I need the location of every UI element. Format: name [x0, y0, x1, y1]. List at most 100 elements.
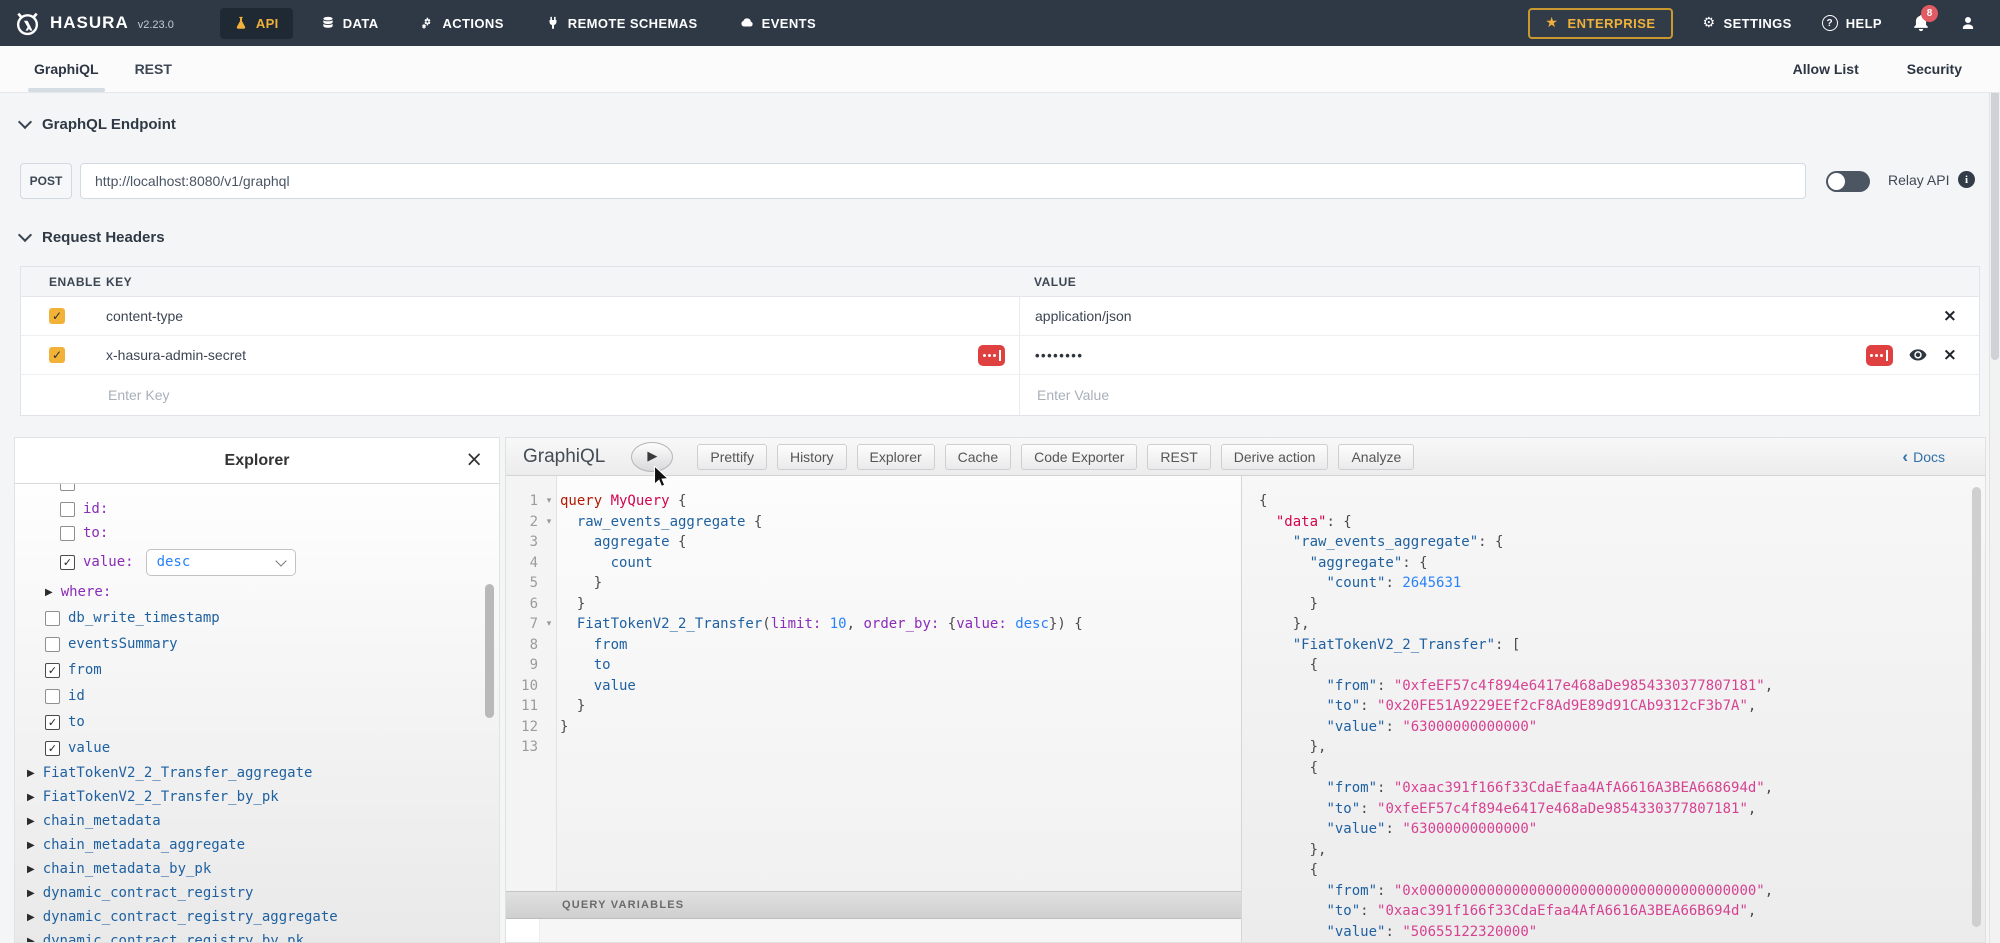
nav-item-api[interactable]: API: [220, 8, 293, 39]
new-header-value-input[interactable]: [1035, 386, 1936, 404]
tree-expand-icon[interactable]: ▶: [27, 936, 35, 943]
tree-expand-icon[interactable]: ▶: [27, 768, 35, 779]
enterprise-button[interactable]: ★ ENTERPRISE: [1528, 8, 1672, 39]
response-line: {: [1259, 655, 1969, 676]
tab-security[interactable]: Security: [1905, 61, 1964, 77]
explorer-item-value[interactable]: ✓value: [15, 735, 499, 761]
page-scrollbar[interactable]: [1989, 46, 2000, 943]
sort-direction-select[interactable]: desc: [146, 549, 296, 576]
checkbox-icon[interactable]: [45, 611, 60, 626]
toolbar-button-analyze[interactable]: Analyze: [1338, 444, 1414, 470]
enable-checkbox[interactable]: ✓: [49, 347, 65, 363]
explorer-item-id[interactable]: id: [15, 683, 499, 709]
explorer-item-chain_metadata_by_pk[interactable]: ▶chain_metadata_by_pk: [15, 857, 499, 881]
toolbar-button-rest[interactable]: REST: [1147, 444, 1210, 470]
checkbox-icon[interactable]: [60, 502, 75, 517]
help-button[interactable]: ? HELP: [1822, 15, 1882, 31]
explorer-item-value[interactable]: ✓value:desc: [15, 545, 499, 579]
endpoint-url-input[interactable]: [80, 163, 1806, 199]
explorer-item-chain_metadata_aggregate[interactable]: ▶chain_metadata_aggregate: [15, 833, 499, 857]
header-key[interactable]: content-type: [106, 308, 183, 324]
remove-header-icon[interactable]: ×: [1943, 308, 1957, 325]
line-number: 5: [506, 575, 538, 591]
execute-query-button[interactable]: ▶: [631, 442, 673, 472]
graphiql-panel: GraphiQL ▶ PrettifyHistoryExplorerCacheC…: [505, 437, 1986, 943]
masked-header-value[interactable]: ••••••••: [1035, 348, 1083, 363]
checkbox-icon[interactable]: [60, 526, 75, 541]
toolbar-button-code-exporter[interactable]: Code Exporter: [1021, 444, 1137, 470]
checkbox-icon[interactable]: ✓: [60, 555, 75, 570]
toolbar-button-cache[interactable]: Cache: [945, 444, 1011, 470]
tree-expand-icon[interactable]: ▶: [27, 888, 35, 899]
tree-expand-icon[interactable]: ▶: [27, 816, 35, 827]
user-menu-button[interactable]: [1960, 15, 1976, 31]
header-key[interactable]: x-hasura-admin-secret: [106, 347, 246, 363]
explorer-item-FiatTokenV2_2_Transfer_by_pk[interactable]: ▶FiatTokenV2_2_Transfer_by_pk: [15, 785, 499, 809]
response-scrollbar[interactable]: [1972, 487, 1981, 927]
query-variables-bar[interactable]: QUERY VARIABLES: [506, 891, 1241, 919]
explorer-item-db_write_timestamp[interactable]: db_write_timestamp: [15, 605, 499, 631]
nav-item-actions[interactable]: ACTIONS: [406, 8, 517, 39]
reveal-secret-button[interactable]: [1909, 348, 1927, 363]
explorer-item-id[interactable]: id:: [15, 497, 499, 521]
tree-expand-icon[interactable]: ▶: [27, 792, 35, 803]
tree-expand-icon[interactable]: ▶: [27, 840, 35, 851]
masked-badge-icon[interactable]: [978, 345, 1005, 366]
toolbar-button-history[interactable]: History: [777, 444, 847, 470]
settings-button[interactable]: ⚙ SETTINGS: [1703, 16, 1792, 31]
fold-marker-icon[interactable]: ▾: [538, 496, 560, 506]
tree-expand-icon[interactable]: ▶: [27, 912, 35, 923]
checkbox-icon[interactable]: [45, 637, 60, 652]
line-number: 12: [506, 719, 538, 735]
close-icon[interactable]: ×: [465, 447, 483, 471]
explorer-item-dynamic_contract_registry_aggregate[interactable]: ▶dynamic_contract_registry_aggregate: [15, 905, 499, 929]
checkbox-icon[interactable]: [60, 483, 75, 491]
query-editor[interactable]: 1▾query MyQuery {2▾ raw_events_aggregate…: [506, 475, 1241, 891]
query-variables-editor[interactable]: [506, 919, 1241, 942]
toolbar-button-derive-action[interactable]: Derive action: [1221, 444, 1329, 470]
remove-header-icon[interactable]: ×: [1943, 347, 1957, 364]
tree-expand-icon[interactable]: ▶: [27, 864, 35, 875]
info-icon[interactable]: i: [1958, 171, 1975, 188]
explorer-item-eventsSummary[interactable]: eventsSummary: [15, 631, 499, 657]
explorer-item-dynamic_contract_registry[interactable]: ▶dynamic_contract_registry: [15, 881, 499, 905]
explorer-scrollbar[interactable]: [485, 584, 494, 718]
fold-marker-icon[interactable]: ▾: [538, 619, 560, 629]
tab-allow-list[interactable]: Allow List: [1791, 61, 1861, 77]
toolbar-button-explorer[interactable]: Explorer: [857, 444, 935, 470]
relay-api-toggle[interactable]: [1826, 171, 1870, 192]
checkbox-icon[interactable]: [45, 689, 60, 704]
explorer-item-to[interactable]: ✓to: [15, 709, 499, 735]
explorer-item-dynamic_contract_registry_by_pk[interactable]: ▶dynamic_contract_registry_by_pk: [15, 929, 499, 942]
explorer-item-FiatTokenV2_2_Transfer_aggregate[interactable]: ▶FiatTokenV2_2_Transfer_aggregate: [15, 761, 499, 785]
page-scrollbar-thumb[interactable]: [1991, 90, 1999, 360]
hasura-logo[interactable]: HASURA v2.23.0: [14, 10, 174, 37]
checkbox-icon[interactable]: ✓: [45, 715, 60, 730]
nav-item-data[interactable]: DATA: [307, 8, 393, 39]
tree-expand-icon[interactable]: ▶: [45, 587, 53, 598]
explorer-item-to[interactable]: to:: [15, 521, 499, 545]
nav-item-events[interactable]: EVENTS: [726, 8, 830, 39]
nav-item-remote-schemas[interactable]: REMOTE SCHEMAS: [532, 8, 712, 39]
response-json: { "data": { "raw_events_aggregate": { "a…: [1259, 491, 1969, 942]
enable-checkbox[interactable]: ✓: [49, 308, 65, 324]
new-header-key-input[interactable]: [106, 386, 964, 404]
explorer-item-from[interactable]: ✓from: [15, 657, 499, 683]
notifications-button[interactable]: 8: [1912, 14, 1930, 32]
explorer-item-clipped[interactable]: [15, 483, 499, 497]
tab-graphiql[interactable]: GraphiQL: [28, 46, 105, 92]
toolbar-button-prettify[interactable]: Prettify: [697, 444, 767, 470]
nav-item-label: REMOTE SCHEMAS: [568, 16, 698, 31]
tab-rest[interactable]: REST: [129, 46, 178, 92]
checkbox-icon[interactable]: ✓: [45, 663, 60, 678]
fold-marker-icon[interactable]: ▾: [538, 517, 560, 527]
header-value[interactable]: application/json: [1035, 308, 1132, 324]
line-number: 2: [506, 514, 538, 530]
graphql-endpoint-section-header[interactable]: GraphQL Endpoint: [20, 116, 176, 133]
masked-badge-icon[interactable]: [1866, 345, 1893, 366]
docs-button[interactable]: ‹ Docs: [1902, 438, 1945, 475]
explorer-item-where[interactable]: ▶where:: [15, 579, 499, 605]
explorer-item-chain_metadata[interactable]: ▶chain_metadata: [15, 809, 499, 833]
request-headers-section-header[interactable]: Request Headers: [20, 229, 165, 246]
checkbox-icon[interactable]: ✓: [45, 741, 60, 756]
